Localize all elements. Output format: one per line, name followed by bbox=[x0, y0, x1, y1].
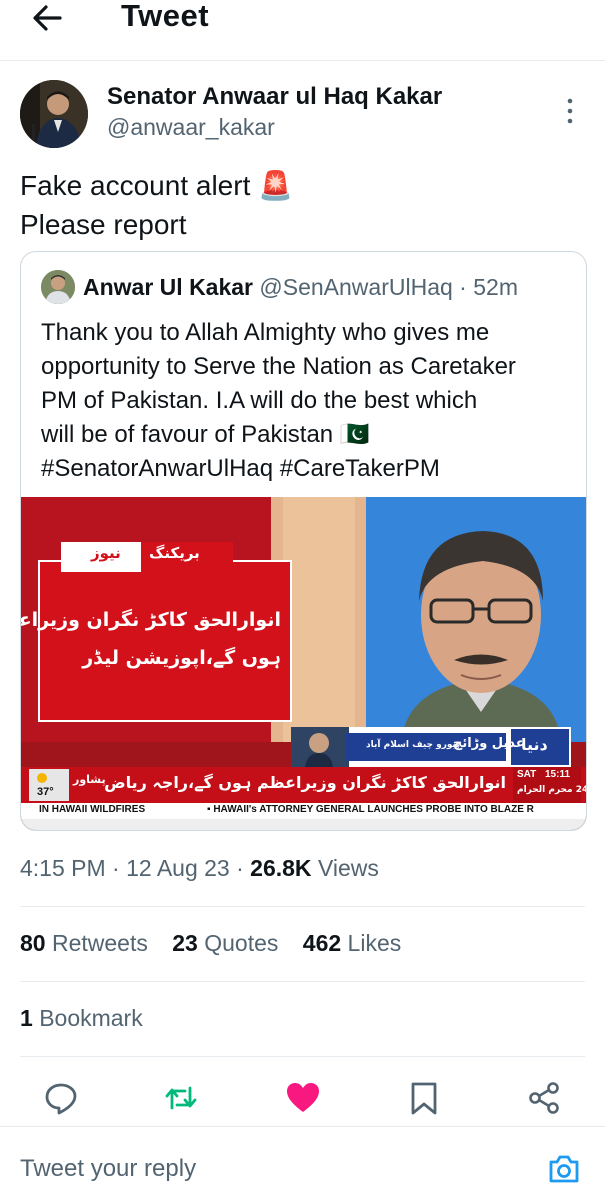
quoted-tweet-time: 52m bbox=[473, 274, 518, 300]
quoted-tweet-media[interactable]: بریکنگ نیوز انوارالحق کاکڑ نگران وزیراعظ… bbox=[21, 497, 586, 830]
bottom-ticker-left: IN HAWAII WILDFIRES bbox=[39, 804, 146, 815]
quoted-text-line: will be of favour of Pakistan 🇵🇰 bbox=[41, 421, 370, 448]
bookmark-button[interactable] bbox=[406, 1080, 442, 1116]
share-button[interactable] bbox=[526, 1080, 562, 1116]
weather-temp: 37° bbox=[37, 786, 54, 798]
reply-icon bbox=[45, 1083, 77, 1115]
channel-logo: دنیا bbox=[521, 735, 548, 754]
tweet-text-line: Please report bbox=[20, 209, 187, 240]
bookmark-label: Bookmark bbox=[39, 1005, 143, 1031]
quoted-author-handle: @SenAnwarUlHaq bbox=[259, 274, 453, 300]
quotes-stat[interactable]: 23 Quotes bbox=[172, 930, 278, 956]
reply-button[interactable] bbox=[43, 1080, 79, 1116]
retweet-button[interactable] bbox=[163, 1080, 199, 1116]
weather-city: پشاور bbox=[73, 773, 106, 786]
bookmark-icon bbox=[411, 1082, 437, 1115]
reporter-name: عدیل وڑائچ bbox=[453, 736, 525, 751]
quoted-text-line: #SenatorAnwarUlHaq #CareTakerPM bbox=[41, 455, 440, 482]
reply-input[interactable]: Tweet your reply bbox=[20, 1155, 196, 1183]
tweet-text-line: Fake account alert 🚨 bbox=[20, 170, 293, 201]
tweet-timestamp-views: 4:15 PM · 12 Aug 23 · 26.8K Views bbox=[20, 855, 379, 882]
quoted-text-line: Thank you to Allah Almighty who gives me bbox=[41, 319, 490, 346]
bookmark-stat[interactable]: 1 Bookmark bbox=[20, 1005, 143, 1032]
tv-day: SAT bbox=[517, 769, 537, 780]
camera-icon bbox=[549, 1155, 579, 1183]
arrow-left-icon bbox=[33, 5, 62, 31]
news-label: نیوز bbox=[91, 544, 121, 562]
likes-stat[interactable]: 462 Likes bbox=[303, 930, 401, 956]
author-avatar[interactable] bbox=[20, 80, 88, 148]
separator-dot: · bbox=[452, 274, 474, 300]
breaking-news-label: بریکنگ bbox=[149, 544, 200, 562]
divider bbox=[20, 906, 585, 907]
page-title: Tweet bbox=[121, 0, 210, 33]
tv-clock: 15:11 bbox=[545, 769, 571, 780]
engagement-stats: 80 Retweets 23 Quotes 462 Likes bbox=[20, 930, 419, 957]
retweets-count: 80 bbox=[20, 930, 46, 956]
quoted-text-line: PM of Pakistan. I.A will do the best whi… bbox=[41, 387, 478, 414]
quoted-author-avatar bbox=[41, 270, 75, 304]
share-icon bbox=[529, 1082, 559, 1114]
quoted-tweet-text: Thank you to Allah Almighty who gives me… bbox=[41, 316, 571, 486]
headline-line: ہوں گے،اپوزیشن لیڈر bbox=[82, 647, 281, 669]
top-bar: Tweet bbox=[0, 0, 605, 61]
retweet-icon bbox=[165, 1086, 197, 1110]
more-vertical-icon bbox=[567, 98, 573, 124]
tweet-date[interactable]: 12 Aug 23 bbox=[126, 855, 230, 881]
like-button[interactable] bbox=[285, 1080, 321, 1116]
separator-dot: · bbox=[229, 855, 251, 881]
divider bbox=[20, 1056, 585, 1057]
bookmark-count: 1 bbox=[20, 1005, 33, 1031]
more-options-button[interactable] bbox=[562, 95, 578, 127]
tweet-text: Fake account alert 🚨 Please report bbox=[20, 166, 580, 244]
views-count: 26.8K bbox=[250, 855, 312, 881]
headline-line: انوارالحق کاکڑ نگران وزیراعظم bbox=[21, 609, 281, 631]
retweets-stat[interactable]: 80 Retweets bbox=[20, 930, 148, 956]
quoted-text-line: opportunity to Serve the Nation as Caret… bbox=[41, 353, 516, 380]
author-handle[interactable]: @anwaar_kakar bbox=[107, 114, 275, 141]
tweet-time[interactable]: 4:15 PM bbox=[20, 855, 106, 881]
camera-button[interactable] bbox=[547, 1152, 581, 1186]
quoted-tweet-header: Anwar Ul Kakar @SenAnwarUlHaq · 52m bbox=[83, 274, 518, 301]
retweets-label: Retweets bbox=[51, 930, 148, 956]
heart-icon bbox=[287, 1083, 319, 1112]
separator-dot: · bbox=[105, 855, 127, 881]
likes-count: 462 bbox=[302, 930, 342, 956]
quotes-label: Quotes bbox=[204, 930, 279, 956]
quoted-tweet-card[interactable]: Anwar Ul Kakar @SenAnwarUlHaq · 52m Than… bbox=[20, 251, 587, 831]
quoted-author-name: Anwar Ul Kakar bbox=[83, 274, 254, 300]
ticker-headline: انوارالحق کاکڑ نگران وزیراعظم ہوں گے،راج… bbox=[104, 773, 506, 792]
islamic-date: 24 محرم الحرام bbox=[517, 785, 586, 795]
author-name[interactable]: Senator Anwaar ul Haq Kakar bbox=[107, 83, 442, 111]
back-button[interactable] bbox=[30, 0, 70, 36]
likes-label: Likes bbox=[347, 930, 402, 956]
bottom-ticker-right: ▪ HAWAII's ATTORNEY GENERAL LAUNCHES PRO… bbox=[207, 804, 534, 815]
views-label: Views bbox=[317, 855, 379, 881]
reporter-title: بیورو چیف اسلام آباد bbox=[366, 740, 460, 750]
divider bbox=[20, 981, 585, 982]
quotes-count: 23 bbox=[172, 930, 198, 956]
